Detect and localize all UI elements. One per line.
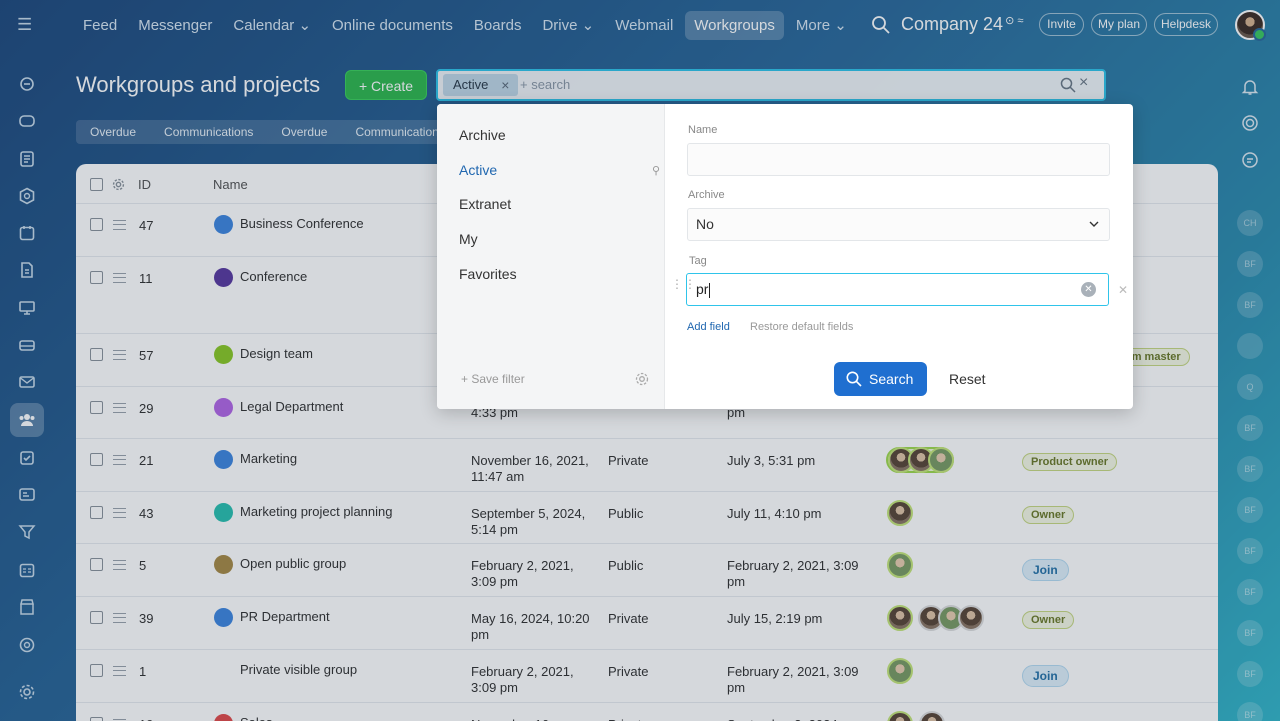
chevron-down-icon	[1089, 221, 1099, 227]
drag-handle-icon[interactable]: ⋮⋮	[671, 278, 696, 295]
preset-extranet[interactable]: Extranet	[459, 196, 511, 212]
name-field-label: Name	[688, 124, 718, 136]
tag-input[interactable]: pr ✕	[686, 273, 1109, 306]
preset-active[interactable]: Active	[459, 162, 497, 178]
tag-field-highlight: Tag ⋮⋮ pr ✕ ✕	[667, 247, 1130, 313]
pin-icon[interactable]: ⚲	[652, 164, 660, 177]
archive-field-label: Archive	[688, 189, 725, 201]
filter-settings-gear-icon[interactable]	[635, 372, 649, 386]
search-button-label: Search	[869, 371, 914, 387]
preset-favorites[interactable]: Favorites	[459, 266, 517, 282]
save-filter-button[interactable]: + Save filter	[461, 372, 525, 386]
preset-archive[interactable]: Archive	[459, 127, 506, 143]
search-button[interactable]: Search	[834, 362, 927, 396]
restore-default-fields-link[interactable]: Restore default fields	[750, 321, 853, 333]
archive-select[interactable]: No	[687, 208, 1110, 241]
tag-field-label: Tag	[689, 255, 707, 267]
text-caret	[709, 282, 711, 298]
archive-select-value: No	[696, 216, 714, 232]
filter-presets-panel: Archive Active ⚲ Extranet My Favorites +…	[437, 104, 665, 409]
search-icon	[846, 371, 862, 387]
preset-my[interactable]: My	[459, 231, 478, 247]
add-field-link[interactable]: Add field	[687, 321, 730, 333]
remove-field-icon[interactable]: ✕	[1118, 283, 1128, 297]
clear-input-icon[interactable]: ✕	[1081, 282, 1096, 297]
name-field-input[interactable]	[687, 143, 1110, 176]
reset-button[interactable]: Reset	[949, 371, 986, 387]
tag-input-value: pr	[696, 281, 709, 297]
